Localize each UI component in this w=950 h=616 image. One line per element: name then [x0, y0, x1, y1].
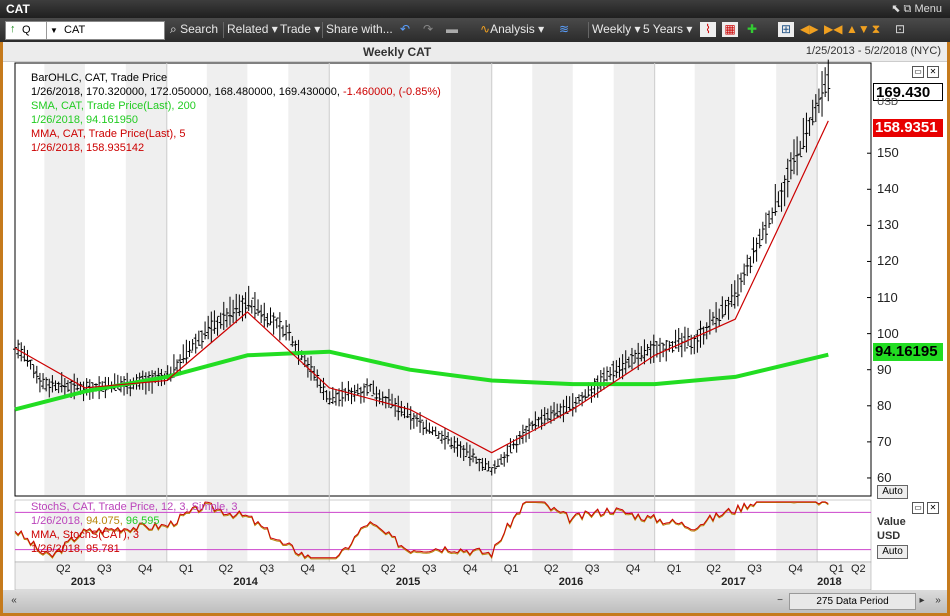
y-tick-label: 130: [877, 217, 899, 233]
close-panel-icon[interactable]: ✕: [927, 66, 939, 78]
price-legend: BarOHLC, CAT, Trade Price 1/26/2018, 170…: [31, 71, 441, 155]
bar-ohlc-values: 1/26/2018, 170.320000, 172.050000, 168.4…: [31, 86, 340, 98]
close-study-icon[interactable]: ✕: [927, 502, 939, 514]
stoch-title: StochS, CAT, Trade Price, 12, 3, Simple,…: [31, 501, 238, 513]
y-tick-label: 80: [877, 397, 892, 413]
y-tick-label: 90: [877, 361, 892, 377]
x-year-label: 2013: [70, 576, 96, 588]
y-tick-label: 120: [877, 253, 899, 269]
x-quarter-label: Q1: [503, 563, 519, 575]
status-bar: « − 275 Data Period ▸ »: [3, 590, 947, 613]
y-tick-label: 60: [877, 469, 892, 485]
y-tick-label: 150: [877, 145, 899, 161]
x-year-label: 2014: [233, 576, 258, 588]
quarter-band: [532, 64, 573, 495]
x-quarter-label: Q3: [747, 563, 762, 575]
scroll-right-button[interactable]: »: [931, 594, 945, 608]
x-quarter-label: Q2: [706, 563, 721, 575]
x-quarter-label: Q1: [341, 563, 356, 575]
mma-price-box: 158.9351: [873, 119, 943, 137]
x-year-label: 2018: [817, 576, 842, 588]
stoch-mma-value: 1/26/2018, 95.781: [31, 543, 120, 555]
period-down-button[interactable]: −: [773, 594, 787, 608]
x-quarter-label: Q3: [259, 563, 275, 575]
stoch-k-value: 94.075,: [86, 515, 123, 527]
maximize-study-icon[interactable]: ▭: [912, 502, 924, 514]
bar-change: -1.460000, (-0.85%): [342, 86, 441, 98]
stoch-currency: USD: [877, 530, 901, 542]
stoch-date: 1/26/2018,: [31, 515, 83, 527]
x-quarter-label: Q2: [543, 563, 559, 575]
quarter-band: [694, 64, 736, 495]
sma-legend-value: 1/26/2018, 94.161950: [31, 114, 139, 126]
x-quarter-label: Q4: [625, 563, 641, 575]
price-auto-button[interactable]: Auto: [877, 485, 908, 499]
sma-legend-title: SMA, CAT, Trade Price(Last), 200: [31, 100, 196, 112]
bar-legend-values: 1/26/2018, 170.320000, 172.050000, 168.4…: [31, 85, 441, 99]
quarter-band: [776, 64, 818, 495]
mma-legend-value: 1/26/2018, 158.935142: [31, 142, 145, 154]
sma-price-box: 94.16195: [873, 343, 943, 361]
stoch-d-value: 96.595: [125, 515, 160, 527]
x-quarter-label: Q4: [300, 563, 316, 575]
stoch-axis-label: Value: [877, 516, 906, 528]
quarter-band: [613, 64, 655, 495]
y-tick-label: 110: [877, 289, 898, 305]
data-period-field[interactable]: 275 Data Period: [789, 593, 916, 610]
x-quarter-label: Q1: [178, 563, 194, 575]
x-quarter-label: Q2: [380, 563, 396, 575]
stoch-legend: StochS, CAT, Trade Price, 12, 3, Simple,…: [31, 500, 237, 556]
x-quarter-label: Q3: [421, 563, 437, 575]
x-year-label: 2015: [395, 576, 421, 588]
x-quarter-label: Q2: [218, 563, 234, 575]
quarter-band: [776, 501, 818, 561]
quarter-band: [450, 64, 492, 495]
stoch-values: 1/26/2018, 94.075, 96.595: [31, 514, 237, 528]
price-currency: USD: [877, 97, 899, 108]
x-quarter-label: Q1: [666, 563, 682, 575]
period-up-button[interactable]: ▸: [915, 594, 929, 608]
x-quarter-label: Q3: [584, 563, 600, 575]
x-year-label: 2017: [721, 576, 746, 588]
stoch-auto-button[interactable]: Auto: [877, 545, 908, 559]
x-quarter-label: Q4: [788, 563, 803, 575]
x-quarter-label: Q2: [55, 563, 71, 575]
scroll-left-button[interactable]: «: [7, 594, 21, 608]
stoch-mma-title: MMA, StochS(CAT), 3: [31, 529, 139, 541]
bar-legend-title: BarOHLC, CAT, Trade Price: [31, 72, 168, 84]
maximize-panel-icon[interactable]: ▭: [912, 66, 924, 78]
y-tick-label: 140: [877, 181, 899, 197]
quarter-band: [369, 501, 410, 561]
x-quarter-label: Q4: [462, 563, 478, 575]
x-quarter-label: Q3: [96, 563, 112, 575]
x-quarter-label: Q1: [829, 563, 844, 575]
x-quarter-label: Q2: [851, 563, 866, 575]
mma-legend-title: MMA, CAT, Trade Price(Last), 5: [31, 128, 186, 140]
y-tick-label: 70: [877, 433, 892, 449]
y-tick-label: 100: [877, 325, 899, 341]
x-quarter-label: Q4: [137, 563, 153, 575]
x-year-label: 2016: [558, 576, 584, 588]
